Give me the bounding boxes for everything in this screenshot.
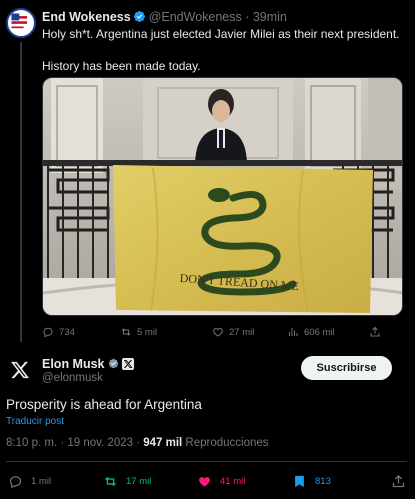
bookmark-icon: [295, 475, 304, 488]
translate-post-link[interactable]: Traducir post: [6, 416, 64, 427]
bookmark-button[interactable]: 813: [292, 474, 331, 489]
subscribe-button[interactable]: Suscribirse: [301, 356, 392, 380]
quoted-tweet-time[interactable]: 39min: [253, 10, 287, 24]
tweet-author-name[interactable]: Elon Musk: [42, 357, 105, 371]
reply-count: 1 mil: [31, 476, 52, 487]
quoted-views-button[interactable]: 606 mil: [287, 326, 335, 338]
quoted-tweet-line-2: History has been made today.: [42, 59, 201, 73]
repost-icon: [105, 476, 116, 487]
end-wokeness-avatar[interactable]: [6, 8, 36, 38]
tweet-views-label: Reproducciones: [182, 437, 269, 449]
like-icon: [213, 327, 223, 337]
reply-button[interactable]: 1 mil: [8, 474, 51, 489]
tweet-author-handle[interactable]: @elonmusk: [42, 372, 103, 384]
bookmark-count: 813: [315, 476, 331, 487]
quoted-like-button[interactable]: 27 mil: [212, 326, 254, 338]
repost-icon: [121, 328, 131, 336]
x-logo-icon[interactable]: [10, 360, 30, 380]
quoted-author-handle[interactable]: @EndWokeness: [149, 10, 242, 24]
quoted-repost-button[interactable]: 5 mil: [120, 326, 157, 338]
divider: [6, 461, 407, 462]
tweet-views-count: 947 mil: [143, 437, 183, 449]
reply-icon: [43, 327, 53, 338]
milei-flag-photo: DON'T TREAD ON ME: [43, 78, 402, 315]
repost-button[interactable]: 17 mil: [103, 474, 151, 489]
quoted-tweet-text: Holy sh*t. Argentina just elected Javier…: [42, 26, 402, 74]
quoted-tweet-actions: 734 5 mil 27 mil 606 mil: [42, 326, 403, 340]
gray-verified-badge-icon: [108, 358, 118, 369]
tweet-actions: 1 mil 17 mil 41 mil 813: [0, 474, 415, 490]
avatar-flag-icon: [8, 10, 30, 32]
share-icon: [370, 326, 380, 337]
quoted-reply-button[interactable]: 734: [42, 326, 75, 338]
quoted-share-button[interactable]: [369, 326, 381, 338]
quoted-tweet-header: End Wokeness @EndWokeness · 39min: [42, 10, 287, 24]
reply-icon: [9, 476, 22, 489]
tweet-author-name-row: Elon Musk: [42, 357, 134, 371]
share-icon: [392, 474, 405, 488]
tweet-text: Prosperity is ahead for Argentina: [6, 397, 202, 412]
like-button[interactable]: 41 mil: [197, 474, 245, 489]
quoted-author-name[interactable]: End Wokeness: [42, 10, 131, 24]
verified-badge-icon: [133, 10, 145, 23]
quoted-reply-count: 734: [59, 326, 75, 338]
thread-connector-line: [20, 42, 22, 342]
quoted-like-count: 27 mil: [229, 326, 255, 338]
like-icon: [199, 477, 210, 487]
x-affiliate-badge-icon: [121, 358, 134, 370]
tweet-meta: 8:10 p. m. · 19 nov. 2023 · 947 mil Repr…: [6, 437, 269, 449]
tweet-timestamp[interactable]: 8:10 p. m. · 19 nov. 2023 ·: [6, 437, 143, 449]
share-button[interactable]: [391, 474, 406, 489]
quoted-tweet-image[interactable]: DON'T TREAD ON ME: [42, 77, 403, 316]
repost-count: 17 mil: [126, 476, 152, 487]
dot-separator: ·: [241, 10, 253, 24]
views-icon: [289, 328, 298, 336]
quoted-views-count: 606 mil: [304, 326, 335, 338]
quoted-tweet-line-1: Holy sh*t. Argentina just elected Javier…: [42, 27, 400, 41]
quoted-repost-count: 5 mil: [137, 326, 158, 338]
like-count: 41 mil: [220, 476, 246, 487]
